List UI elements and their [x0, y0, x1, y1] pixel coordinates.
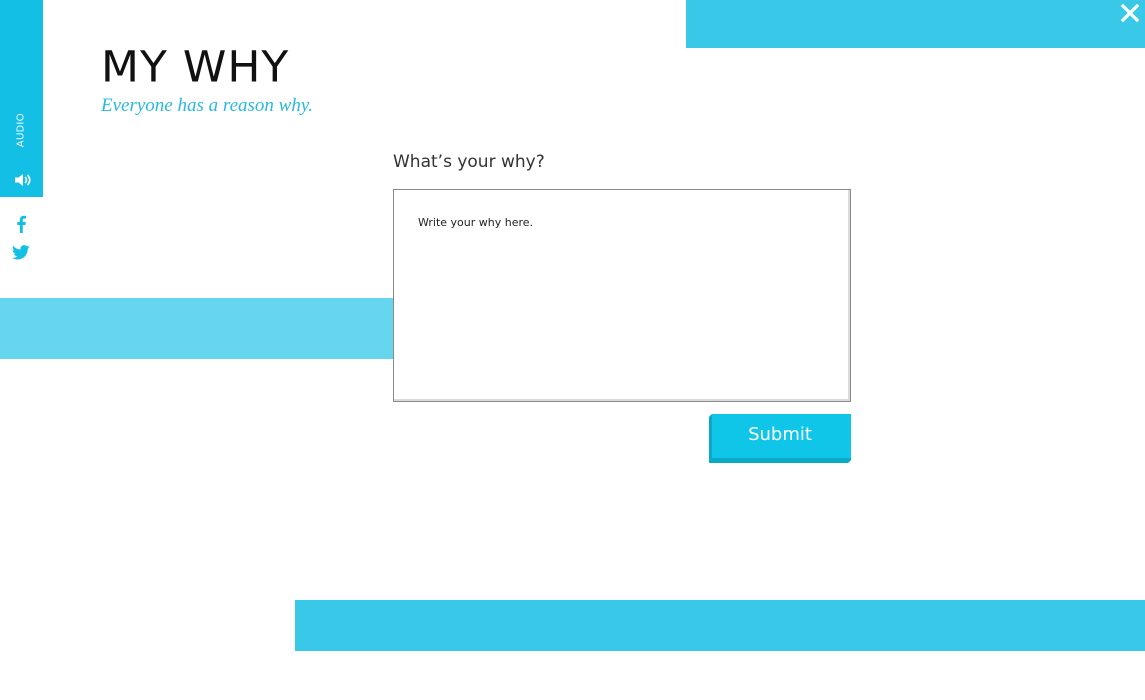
sidebar-rail: AUDIO: [0, 0, 43, 197]
close-icon[interactable]: [1120, 3, 1140, 23]
page-title: MY WHY: [101, 42, 290, 93]
submit-button[interactable]: Submit: [709, 414, 851, 463]
facebook-icon[interactable]: [15, 215, 27, 233]
why-textarea[interactable]: [393, 189, 851, 402]
page: AUDIO MY WHY Everyone has a reason why. …: [0, 0, 1145, 700]
middle-accent-bar: [0, 298, 400, 359]
bottom-accent-bar: [295, 600, 1145, 651]
why-prompt-label: What’s your why?: [393, 152, 545, 172]
page-subtitle: Everyone has a reason why.: [101, 95, 313, 116]
top-accent-bar: [686, 0, 1145, 48]
audio-label[interactable]: AUDIO: [16, 113, 27, 147]
speaker-icon[interactable]: [14, 173, 32, 187]
twitter-icon[interactable]: [12, 245, 30, 260]
